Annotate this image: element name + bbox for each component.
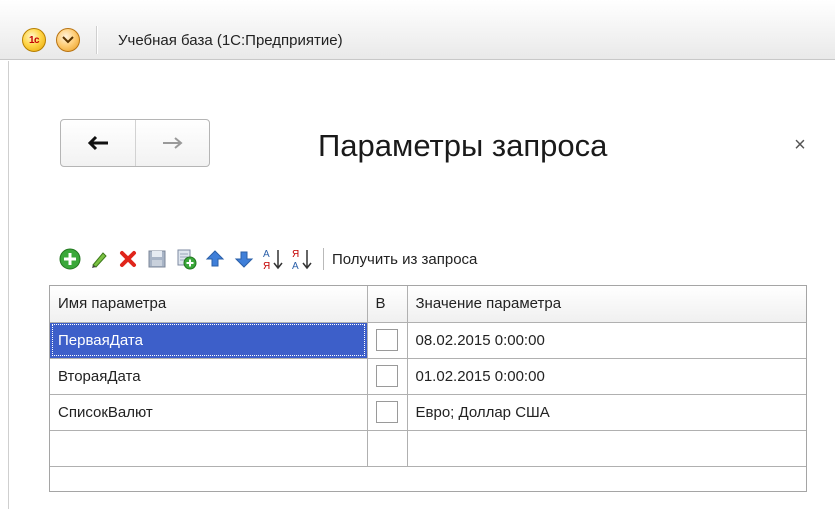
toolbar: A Я Я A Получить из запроса [58, 244, 477, 274]
parameters-table[interactable]: Имя параметра В Значение параметра Перва… [49, 285, 807, 492]
move-down-icon [234, 251, 253, 268]
parameter-checkbox[interactable] [375, 401, 398, 423]
parameter-value-cell[interactable]: 08.02.2015 0:00:00 [407, 322, 806, 359]
fetch-from-query-button[interactable]: Получить из запроса [332, 251, 477, 268]
svg-text:A: A [292, 261, 299, 271]
parameter-name-cell[interactable]: ВтораяДата [50, 358, 368, 395]
delete-icon [119, 251, 136, 267]
parameter-checkbox[interactable] [375, 365, 398, 387]
sort-ascending-icon: A Я [263, 249, 283, 271]
copy-icon [177, 249, 196, 270]
move-down-button[interactable] [232, 247, 255, 271]
add-button[interactable] [58, 247, 81, 271]
parameter-flag-cell[interactable] [367, 322, 408, 359]
title-separator [96, 26, 98, 54]
copy-button[interactable] [174, 247, 197, 271]
toolbar-separator [323, 248, 324, 270]
back-button[interactable] [61, 120, 135, 166]
sort-ascending-button[interactable]: A Я [261, 247, 284, 271]
svg-text:Я: Я [292, 249, 299, 260]
sort-descending-icon: Я A [292, 249, 312, 271]
sort-descending-button[interactable]: Я A [290, 247, 313, 271]
move-up-button[interactable] [203, 247, 226, 271]
save-icon [148, 250, 165, 268]
logo-text: 1c [28, 34, 40, 46]
save-button [145, 247, 168, 271]
table-row[interactable]: СписокВалют Евро; Доллар США [50, 394, 806, 431]
table-header-row: Имя параметра В Значение параметра [50, 286, 806, 323]
title-bar: 1c Учебная база (1С:Предприятие) [0, 0, 835, 60]
parameter-name-cell[interactable]: СписокВалют [50, 394, 368, 431]
add-icon [59, 248, 80, 270]
table-row[interactable]: ВтораяДата 01.02.2015 0:00:00 [50, 358, 806, 395]
arrow-right-icon [162, 137, 183, 149]
parameter-checkbox[interactable] [375, 329, 398, 351]
window-title: Учебная база (1С:Предприятие) [118, 32, 343, 49]
window-left-border [8, 61, 9, 509]
navigation-buttons [60, 119, 210, 167]
table-row-empty[interactable] [50, 430, 806, 467]
empty-cell[interactable] [50, 430, 368, 467]
arrow-left-icon [87, 135, 108, 151]
delete-button[interactable] [116, 247, 139, 271]
forward-button[interactable] [135, 120, 209, 166]
chevron-down-icon [62, 36, 74, 44]
edit-button[interactable] [87, 247, 110, 271]
svg-text:A: A [263, 249, 270, 260]
parameter-flag-cell[interactable] [367, 394, 408, 431]
parameter-flag-cell[interactable] [367, 358, 408, 395]
empty-cell[interactable] [407, 430, 806, 467]
column-header-value[interactable]: Значение параметра [407, 286, 806, 323]
close-form-button[interactable]: × [790, 134, 810, 157]
table-row[interactable]: ПерваяДата 08.02.2015 0:00:00 [50, 322, 806, 359]
svg-text:Я: Я [263, 261, 270, 271]
move-up-icon [205, 250, 224, 267]
parameter-value-cell[interactable]: 01.02.2015 0:00:00 [407, 358, 806, 395]
edit-pencil-icon [91, 252, 107, 268]
1c-logo-icon[interactable]: 1c [22, 28, 46, 52]
parameter-name-cell[interactable]: ПерваяДата [50, 322, 368, 359]
empty-cell[interactable] [367, 430, 408, 467]
main-menu-button[interactable] [56, 28, 80, 52]
form-title: Параметры запроса [318, 128, 608, 163]
parameter-value-cell[interactable]: Евро; Доллар США [407, 394, 806, 431]
column-header-name[interactable]: Имя параметра [50, 286, 368, 323]
column-header-b[interactable]: В [367, 286, 408, 323]
